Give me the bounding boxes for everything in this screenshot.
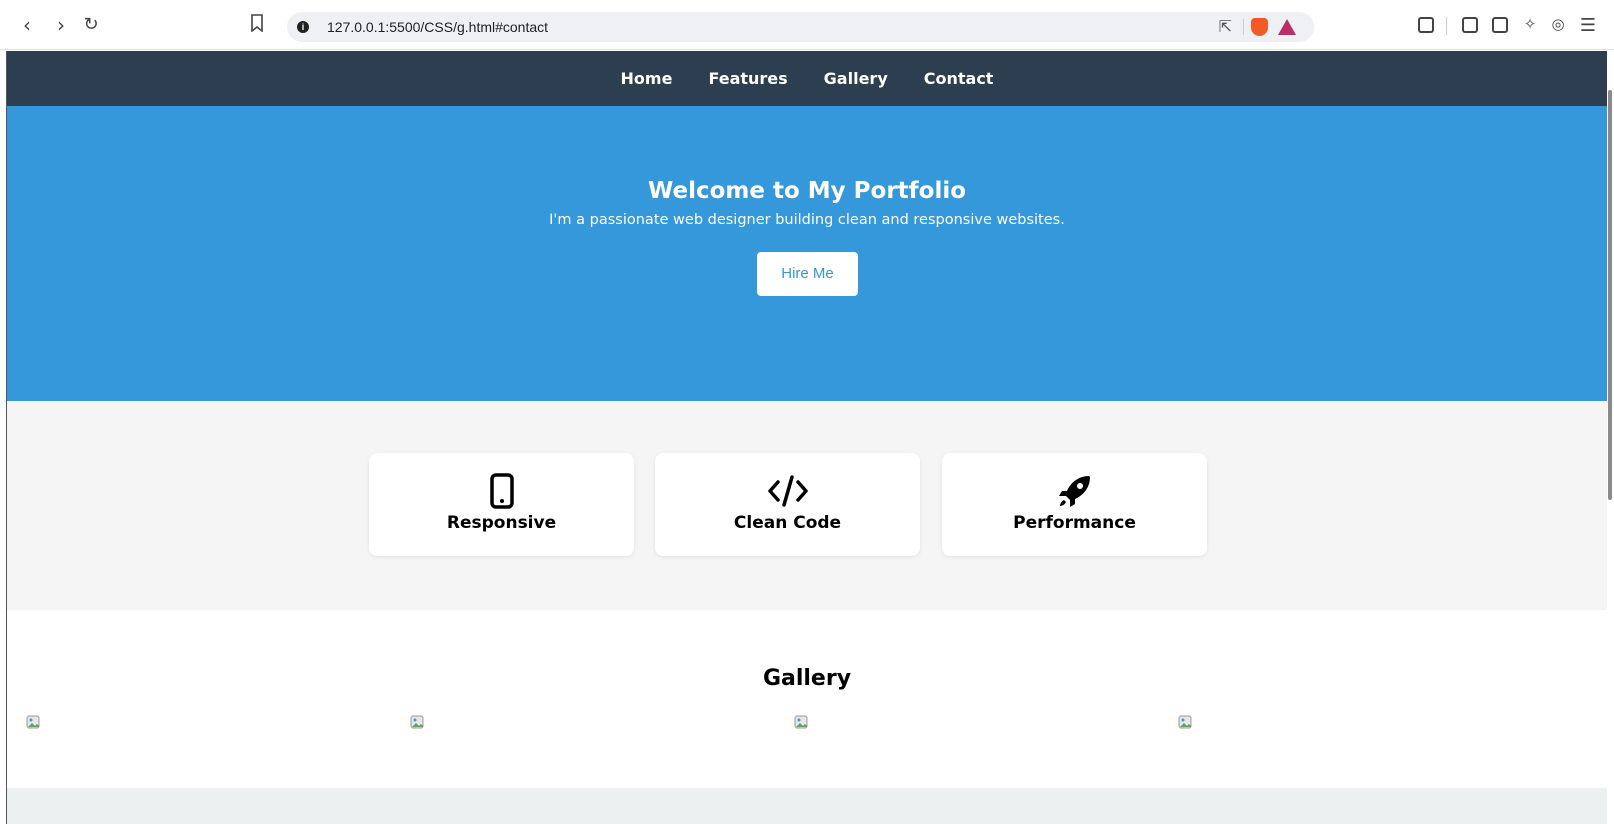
mobile-icon: [369, 473, 634, 509]
reader-mode-icon[interactable]: [1418, 17, 1434, 33]
scrollbar-thumb[interactable]: [1608, 90, 1612, 500]
gallery-title: Gallery: [762, 666, 852, 691]
contact-section: [7, 788, 1607, 824]
nav-home-link[interactable]: Home: [621, 69, 673, 88]
back-icon[interactable]: ‹: [16, 14, 38, 36]
reload-icon[interactable]: ↻: [80, 14, 102, 36]
sidebar-icon[interactable]: [1462, 17, 1478, 33]
nav-gallery-link[interactable]: Gallery: [824, 69, 888, 88]
hero-title: Welcome to My Portfolio: [647, 178, 967, 204]
feature-card-responsive: Responsive: [369, 453, 634, 556]
vpn-icon[interactable]: ◎: [1548, 15, 1568, 35]
feature-label: Clean Code: [733, 513, 842, 533]
site-info-icon[interactable]: i: [297, 21, 309, 33]
hire-me-button[interactable]: Hire Me: [757, 252, 858, 296]
broken-image-icon[interactable]: [26, 714, 42, 730]
window-edge: [0, 51, 7, 824]
url-text[interactable]: 127.0.0.1:5500/CSS/g.html#contact: [327, 19, 548, 35]
hero-subtitle: I'm a passionate web designer building c…: [549, 212, 1065, 228]
gallery-section: Gallery: [7, 610, 1607, 788]
rocket-icon: [942, 473, 1207, 509]
code-icon: [655, 473, 920, 509]
hero-section: Welcome to My Portfolio I'm a passionate…: [7, 106, 1607, 401]
divider: [1446, 17, 1447, 35]
bookmark-icon[interactable]: [246, 14, 268, 36]
brave-shields-icon[interactable]: [1251, 18, 1268, 36]
broken-image-icon[interactable]: [794, 714, 810, 730]
top-navbar: Home Features Gallery Contact: [7, 51, 1607, 106]
divider: [1243, 19, 1244, 35]
brave-rewards-icon[interactable]: [1278, 19, 1296, 35]
feature-card-performance: Performance: [942, 453, 1207, 556]
nav-features-link[interactable]: Features: [708, 69, 787, 88]
feature-label: Responsive: [446, 513, 557, 533]
features-section: Responsive Clean Code Performance: [7, 401, 1607, 610]
page-viewport: Home Features Gallery Contact Welcome to…: [7, 51, 1607, 824]
feature-card-clean-code: Clean Code: [655, 453, 920, 556]
feature-label: Performance: [1013, 513, 1136, 533]
menu-icon[interactable]: ☰: [1578, 15, 1598, 35]
wallet-icon[interactable]: [1492, 17, 1508, 33]
broken-image-icon[interactable]: [410, 714, 426, 730]
leo-ai-icon[interactable]: ✧: [1520, 15, 1540, 35]
browser-toolbar: ‹ › ↻ i 127.0.0.1:5500/CSS/g.html#contac…: [0, 0, 1614, 50]
nav-contact-link[interactable]: Contact: [924, 69, 994, 88]
address-bar[interactable]: i 127.0.0.1:5500/CSS/g.html#contact ⇱: [287, 12, 1314, 42]
share-icon[interactable]: ⇱: [1219, 17, 1232, 37]
broken-image-icon[interactable]: [1178, 714, 1194, 730]
forward-icon[interactable]: ›: [50, 14, 72, 36]
